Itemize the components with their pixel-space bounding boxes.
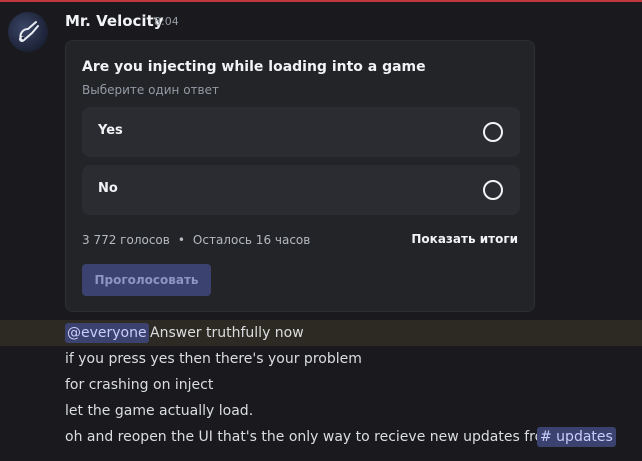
message-timestamp: 8:04 — [154, 15, 179, 28]
comet-logo-icon — [19, 21, 39, 42]
message-line: let the game actually load. — [65, 403, 254, 419]
message-line: Answer truthfully now — [150, 325, 304, 341]
poll-stats: 3 772 голосов • Осталось 16 часов — [82, 233, 310, 247]
poll-question: Are you injecting while loading into a g… — [82, 59, 426, 75]
poll-option-label: Yes — [98, 123, 123, 138]
channel-link-updates[interactable]: # updates — [537, 427, 616, 447]
radio-icon[interactable] — [483, 122, 503, 142]
avatar[interactable] — [8, 12, 48, 52]
message-line: if you press yes then there's your probl… — [65, 351, 362, 367]
message-line: oh and reopen the UI that's the only way… — [65, 429, 557, 445]
author-name[interactable]: Mr. Velocity — [65, 12, 164, 30]
message-line: for crashing on inject — [65, 377, 214, 393]
show-results-link[interactable]: Показать итоги — [411, 232, 518, 246]
poll-option-label: No — [98, 181, 118, 196]
everyone-mention[interactable]: @everyone — [65, 323, 149, 343]
radio-icon[interactable] — [483, 180, 503, 200]
poll-hint: Выберите один ответ — [82, 83, 219, 97]
poll-time-left: Осталось 16 часов — [192, 233, 311, 247]
poll-vote-count: 3 772 голосов — [82, 233, 170, 247]
vote-button[interactable]: Проголосовать — [82, 264, 211, 296]
poll-card: Are you injecting while loading into a g… — [65, 40, 535, 312]
poll-option-no[interactable]: No — [82, 165, 520, 215]
top-divider — [0, 0, 642, 2]
poll-option-yes[interactable]: Yes — [82, 107, 520, 157]
separator-dot: • — [177, 233, 185, 247]
